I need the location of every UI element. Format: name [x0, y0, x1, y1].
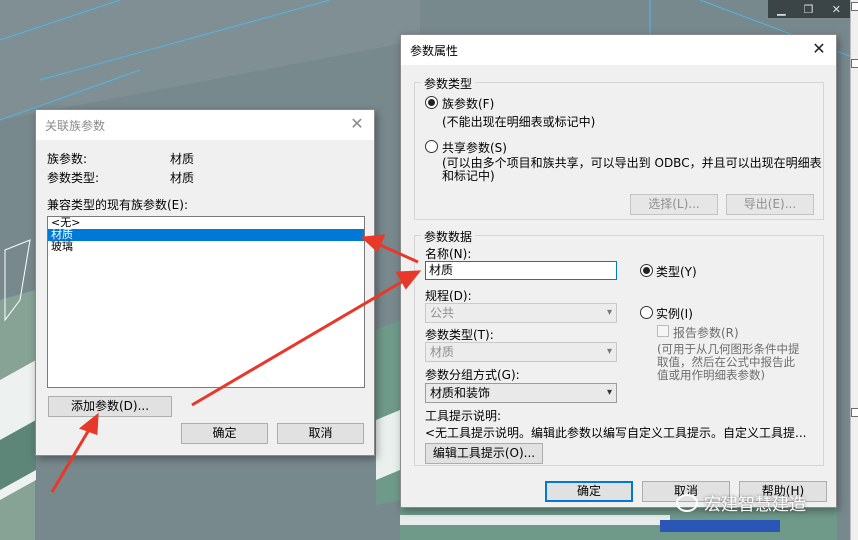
- group-by-label: 参数分组方式(G):: [425, 368, 520, 382]
- dialog-title: 关联族参数: [45, 118, 106, 133]
- report-param-description: 值或用作明细表参数): [657, 368, 765, 382]
- dialog-titlebar: 参数属性 ✕: [401, 35, 836, 65]
- minimize-icon[interactable]: ▁: [777, 3, 785, 16]
- list-item-selected[interactable]: 材质: [48, 229, 364, 241]
- strip-checkbox[interactable]: [851, 59, 858, 68]
- discipline-label: 规程(D):: [425, 289, 472, 303]
- tooltip-label: 工具提示说明:: [425, 409, 502, 423]
- parameter-properties-dialog: 参数属性 ✕ 参数类型 族参数(F) (不能出现在明细表或标记中) 共享参数(S…: [400, 34, 837, 508]
- list-item[interactable]: <无>: [48, 217, 364, 229]
- cancel-button[interactable]: 取消: [277, 423, 364, 444]
- report-param-checkbox[interactable]: [657, 325, 669, 337]
- strip-checkbox[interactable]: [851, 2, 858, 11]
- param-type-label: 参数类型(T):: [425, 328, 494, 342]
- group-title: 参数类型: [421, 75, 476, 92]
- group-by-value: 材质和装饰: [430, 386, 491, 400]
- select-button[interactable]: 选择(L)...: [630, 194, 718, 215]
- export-button[interactable]: 导出(E)...: [726, 194, 814, 215]
- edit-tooltip-button[interactable]: 编辑工具提示(O)...: [425, 443, 543, 464]
- associate-family-parameter-dialog: 关联族参数 ✕ 族参数: 材质 参数类型: 材质 兼容类型的现有族参数(E): …: [35, 109, 375, 456]
- discipline-select[interactable]: 公共 ▾: [425, 303, 617, 323]
- watermark-text: 宏建智慧建造: [704, 495, 806, 515]
- family-param-label: 族参数:: [47, 152, 88, 166]
- chevron-down-icon: ▾: [606, 307, 612, 318]
- family-param-value: 材质: [170, 152, 195, 166]
- name-label: 名称(N):: [425, 247, 472, 261]
- parameter-data-group: 参数数据 名称(N): 材质 类型(Y) 实例(I) 规程(D): 公共 ▾ 报…: [414, 228, 824, 466]
- ok-button[interactable]: 确定: [181, 423, 268, 444]
- strip-checkbox[interactable]: [851, 408, 858, 417]
- param-type-select[interactable]: 材质 ▾: [425, 342, 617, 362]
- close-icon[interactable]: ✕: [832, 3, 841, 16]
- report-param-label: 报告参数(R): [673, 326, 739, 340]
- compatible-params-list[interactable]: <无> 材质 玻璃: [47, 216, 365, 388]
- shared-param-description: (可以由多个项目和族共享，可以导出到 ODBC，并且可以出现在明细表: [442, 156, 822, 170]
- chevron-down-icon: ▾: [606, 387, 612, 398]
- family-param-description: (不能出现在明细表或标记中): [442, 115, 596, 129]
- type-radio[interactable]: [640, 264, 653, 277]
- tooltip-text: <无工具提示说明。编辑此参数以编写自定义工具提示。自定义工具提...: [425, 426, 807, 440]
- dialog-title: 参数属性: [410, 43, 459, 58]
- shared-param-description: 和标记中): [442, 169, 495, 183]
- family-param-radio-label[interactable]: 族参数(F): [442, 95, 494, 112]
- instance-radio-label[interactable]: 实例(I): [656, 305, 693, 322]
- close-icon[interactable]: ✕: [810, 40, 828, 58]
- watermark: 宏建智慧建造: [676, 490, 806, 515]
- instance-radio[interactable]: [640, 306, 653, 319]
- wechat-logo-icon: [676, 493, 698, 512]
- group-by-select[interactable]: 材质和装饰 ▾: [425, 383, 617, 403]
- param-type-value: 材质: [430, 345, 455, 359]
- list-item[interactable]: 玻璃: [48, 241, 364, 253]
- ok-button[interactable]: 确定: [545, 481, 633, 502]
- shared-param-radio[interactable]: [425, 140, 438, 153]
- name-input[interactable]: 材质: [425, 261, 617, 280]
- window-controls: ▁ ❐ ✕: [768, 0, 850, 18]
- add-parameter-button[interactable]: 添加参数(D)...: [48, 396, 172, 417]
- parameter-type-group: 参数类型 族参数(F) (不能出现在明细表或标记中) 共享参数(S) (可以由多…: [414, 75, 824, 220]
- param-type-label: 参数类型:: [47, 171, 100, 185]
- dialog-titlebar: 关联族参数 ✕: [36, 110, 374, 140]
- param-type-value: 材质: [170, 171, 195, 185]
- group-title: 参数数据: [421, 228, 476, 245]
- discipline-value: 公共: [430, 306, 455, 320]
- properties-strip: [850, 0, 858, 540]
- compatible-params-label: 兼容类型的现有族参数(E):: [47, 198, 188, 212]
- family-param-radio[interactable]: [425, 96, 438, 109]
- close-icon[interactable]: ✕: [348, 115, 366, 133]
- restore-icon[interactable]: ❐: [804, 3, 814, 16]
- type-radio-label[interactable]: 类型(Y): [656, 263, 697, 280]
- chevron-down-icon: ▾: [606, 346, 612, 357]
